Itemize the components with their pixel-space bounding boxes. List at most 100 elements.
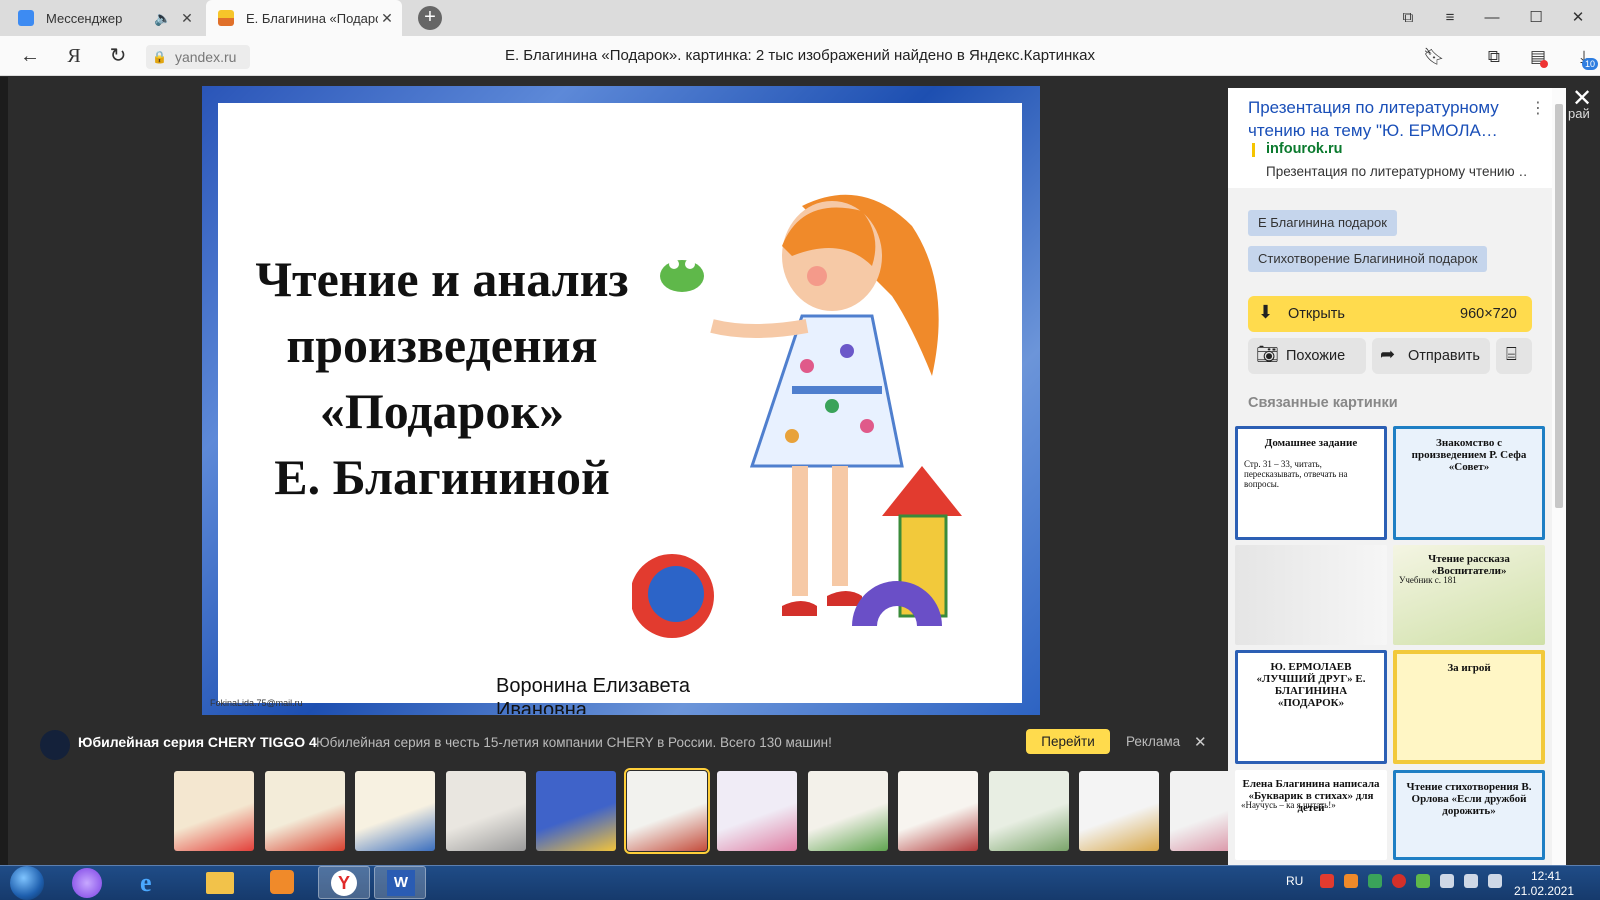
related-image[interactable]: Чтение стихотворения В. Орлова «Если дру… [1393,770,1545,860]
maximize-button[interactable]: ☐ [1514,0,1558,36]
lock-icon: 🔒 [152,50,167,64]
alice-app[interactable] [62,866,114,899]
download-badge: 10 [1582,58,1598,70]
related-image[interactable]: Знакомство с произведением Р. Сефа «Сове… [1393,426,1545,540]
more-options-icon[interactable]: ⋮ [1530,98,1546,118]
volume-tray-icon[interactable] [1488,874,1502,888]
slide-email: FokinaLida.75@mail.ru [210,698,303,708]
thumbnail[interactable] [265,771,345,851]
related-caption: Домашнее задание [1264,437,1358,449]
new-tab-button[interactable]: + [418,6,442,30]
download-icon: ⬇ [1258,302,1274,322]
result-domain[interactable]: infourok.ru [1266,141,1343,157]
slide-author: Воронина Елизавета Ивановна [496,675,691,714]
image-size: 960×720 [1460,306,1517,322]
shield-tray-icon[interactable] [1416,874,1430,888]
related-image[interactable] [1235,545,1387,645]
menu-icon[interactable]: ≡ [1428,0,1472,36]
ad-title[interactable]: Юбилейная серия CHERY TIGGO 4 [78,734,317,750]
scrollbar-thumb[interactable] [1555,104,1563,508]
search-chip[interactable]: Е Благинина подарок [1248,210,1397,236]
slide-title-line: произведения [286,317,598,373]
slide-title-line: «Подарок» [319,383,565,439]
thumbnail[interactable] [808,771,888,851]
thumbnail[interactable] [355,771,435,851]
back-icon[interactable]: ← [16,45,44,69]
close-tab-icon[interactable]: ✕ [178,10,196,27]
background-text: рай [1568,106,1590,121]
opera-tray-icon[interactable] [1392,874,1406,888]
thumbnail[interactable] [174,771,254,851]
tab-title: Мессенджер [46,10,123,26]
close-window-button[interactable]: ✕ [1556,0,1600,36]
related-caption: За игрой [1447,662,1491,674]
share-label: Отправить [1408,348,1480,364]
yandex-icon[interactable]: Я [60,45,88,69]
viewer-edge [0,77,8,865]
tab-messenger[interactable]: Мессенджер 🔈 ✕ [6,0,202,36]
picture-icon [218,10,234,26]
tab-title: Е. Благинина «Подарок [246,10,378,26]
thumbnail[interactable] [624,768,710,854]
word-app[interactable]: W [374,866,426,899]
thumbnail[interactable] [1079,771,1159,851]
yandex-tray-icon[interactable] [1320,874,1334,888]
result-snippet: Презентация по литературному чтению … [1266,164,1528,179]
tabs-overview-icon[interactable]: ⧉ [1386,0,1430,36]
share-icon: ➦ [1380,344,1396,364]
related-text: Учебник с. 181 [1399,575,1457,585]
domain-marker [1252,143,1255,157]
chery-logo [40,730,70,760]
related-image[interactable]: За игрой [1393,650,1545,764]
ad-description[interactable]: Юбилейная серия в честь 15-летия компани… [316,735,832,750]
close-tab-icon[interactable]: ✕ [378,10,396,27]
yandex-browser-app[interactable]: Y [318,866,370,899]
firefox-tray-icon[interactable] [1344,874,1358,888]
thumbnail[interactable] [717,771,797,851]
minimize-button[interactable]: — [1470,0,1514,36]
thumbnail[interactable] [989,771,1069,851]
thumbnail[interactable] [536,771,616,851]
ad-label: Реклама [1126,734,1181,749]
thumbnail[interactable] [898,771,978,851]
start-button[interactable] [10,866,44,900]
girl-illustration [632,194,962,638]
ad-go-button[interactable]: Перейти [1026,729,1110,754]
explorer-app[interactable] [194,866,246,899]
related-caption: Чтение стихотворения В. Орлова «Если дру… [1406,781,1532,817]
language-indicator[interactable]: RU [1286,874,1303,888]
page-title: Е. Благинина «Подарок». картинка: 2 тыс … [504,47,1096,64]
ad-close-icon[interactable]: ✕ [1194,733,1207,751]
result-title-link[interactable]: Презентация по литературному чтению на т… [1248,96,1528,142]
related-image[interactable]: Домашнее задание Стр. 31 – 33, читать, пе… [1235,426,1387,540]
related-image[interactable]: Чтение рассказа «Воспитатели» Учебник с. … [1393,545,1545,645]
thumbnail[interactable] [446,771,526,851]
bookmark-icon[interactable]: 🔖︎ [1422,46,1446,68]
reload-icon[interactable]: ↻ [104,45,132,69]
ie-app[interactable]: e [128,866,180,899]
related-caption: Знакомство с произведением Р. Сефа «Сове… [1411,437,1527,473]
similar-label: Похожие [1286,348,1346,364]
network-tray-icon[interactable] [1464,874,1478,888]
collections-icon[interactable]: ⧉ [1482,46,1506,68]
tab-active[interactable]: Е. Благинина «Подарок ✕ [206,0,402,36]
clock-date[interactable]: 21.02.2021 [1506,884,1582,898]
notification-dot [1540,60,1548,68]
related-image[interactable]: Елена Благинина написала «Букварик в сти… [1235,770,1387,860]
messenger-icon [18,10,34,26]
media-app[interactable] [256,866,308,899]
clock-time[interactable]: 12:41 [1516,869,1576,883]
related-text: Стр. 31 – 33, читать, пересказывать, отв… [1244,459,1348,489]
nvidia-tray-icon[interactable] [1368,874,1382,888]
main-image[interactable]: Чтение и анализ произведения «Подарок» Е… [202,86,1040,715]
slide-title-line: Е. Благининой [274,449,610,505]
flag-tray-icon[interactable] [1440,874,1454,888]
bookmark-icon: ⌸ [1506,344,1517,364]
speaker-icon[interactable]: 🔈 [154,10,172,27]
search-chip[interactable]: Стихотворение Благининой подарок [1248,246,1488,272]
url-domain: yandex.ru [174,49,237,65]
slide-title: Чтение и анализ произведения «Подарок» Е… [222,246,662,510]
open-button-label: Открыть [1288,306,1345,322]
url-field[interactable]: 🔒 yandex.ru [146,45,250,69]
related-image[interactable]: Ю. ЕРМОЛАЕВ «ЛУЧШИЙ ДРУГ» Е. БЛАГИНИНА «… [1235,650,1387,764]
